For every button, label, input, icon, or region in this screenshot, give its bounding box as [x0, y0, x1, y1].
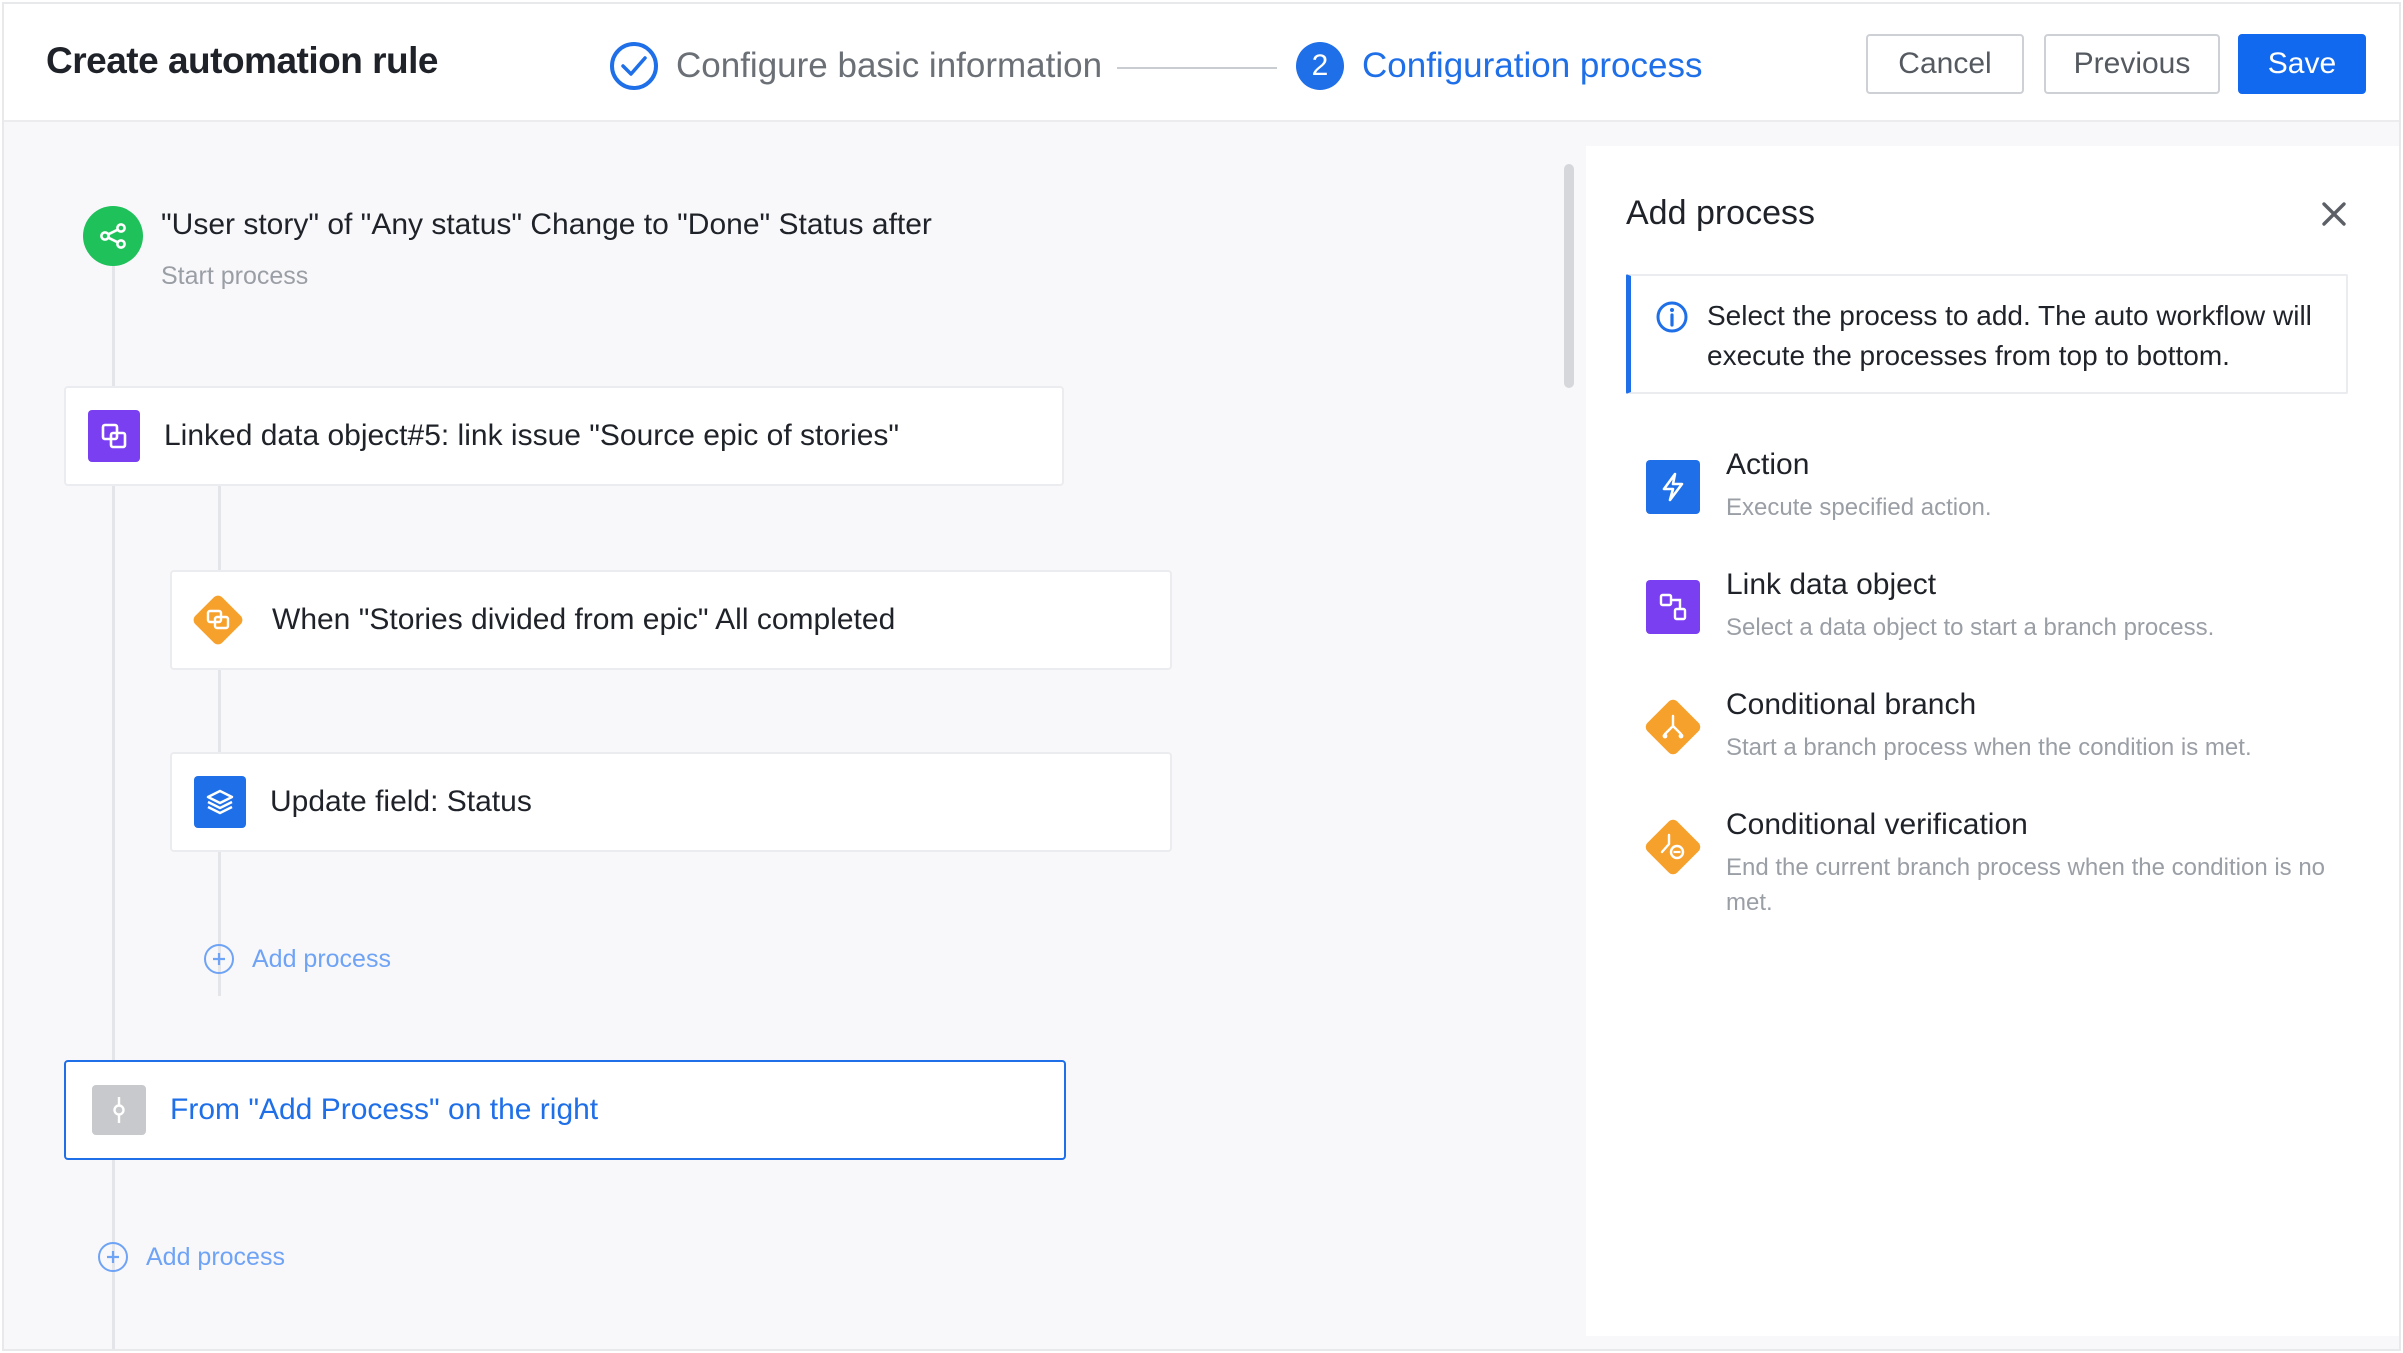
start-process-title: "User story" of "Any status" Change to "… — [161, 208, 932, 241]
branch-icon — [1640, 694, 1706, 760]
info-text: Select the process to add. The auto work… — [1707, 300, 2312, 371]
start-process-subtitle: Start process — [161, 262, 309, 290]
info-notice: Select the process to add. The auto work… — [1626, 274, 2348, 394]
option-description: End the current branch process when the … — [1726, 854, 2326, 916]
step-connector — [1117, 67, 1277, 69]
save-button[interactable]: Save — [2238, 34, 2366, 94]
step-number-badge: 2 — [1296, 42, 1344, 90]
process-option-link-data-object[interactable]: Link data object Select a data object to… — [1646, 568, 2346, 658]
lightning-icon — [1646, 460, 1700, 514]
node-label: From "Add Process" on the right — [170, 1093, 599, 1126]
process-node-placeholder[interactable]: From "Add Process" on the right — [64, 1060, 1066, 1160]
step-label: Configure basic information — [676, 46, 1103, 85]
panel-title: Add process — [1626, 194, 1815, 232]
node-label: Update field: Status — [270, 785, 532, 818]
plus-circle-icon — [98, 1242, 128, 1272]
option-title: Link data object — [1726, 568, 1937, 601]
process-node-linked-data-object[interactable]: Linked data object#5: link issue "Source… — [64, 386, 1064, 486]
header-bar: Create automation rule Configure basic i… — [4, 4, 2399, 122]
add-process-main-button[interactable]: Add process — [98, 1242, 285, 1272]
info-icon — [1655, 300, 1689, 339]
placeholder-node-icon — [92, 1085, 146, 1135]
branch-connector-line — [218, 486, 221, 996]
verification-icon — [1640, 814, 1706, 880]
node-label: When "Stories divided from epic" All com… — [272, 603, 896, 636]
add-process-label: Add process — [252, 944, 391, 973]
step-configuration-process[interactable]: 2 Configuration process — [1296, 42, 1702, 90]
plus-circle-icon — [204, 944, 234, 974]
layers-icon — [194, 776, 246, 828]
process-option-conditional-verification[interactable]: Conditional verification End the current… — [1643, 808, 2346, 938]
add-process-branch-button[interactable]: Add process — [204, 944, 391, 974]
process-node-update-field[interactable]: Update field: Status — [170, 752, 1172, 852]
link-object-icon — [88, 410, 140, 462]
condition-diamond-icon — [188, 590, 248, 650]
process-node-condition[interactable]: When "Stories divided from epic" All com… — [170, 570, 1172, 670]
link-data-icon — [1646, 580, 1700, 634]
add-process-label: Add process — [146, 1242, 285, 1271]
process-option-conditional-branch[interactable]: Conditional branch Start a branch proces… — [1643, 688, 2346, 778]
check-icon — [610, 42, 658, 90]
option-description: Select a data object to start a branch p… — [1726, 614, 2215, 641]
previous-button[interactable]: Previous — [2044, 34, 2220, 94]
step-configure-basic-information[interactable]: Configure basic information — [610, 42, 1102, 90]
node-label: Linked data object#5: link issue "Source… — [164, 419, 900, 452]
process-option-action[interactable]: Action Execute specified action. — [1646, 448, 2346, 538]
close-icon[interactable] — [2314, 194, 2354, 234]
add-process-panel: Add process Select the process to add. T… — [1586, 146, 2399, 1336]
step-label: Configuration process — [1362, 46, 1703, 85]
page-title: Create automation rule — [46, 40, 438, 81]
option-title: Conditional verification — [1726, 808, 2028, 841]
option-description: Start a branch process when the conditio… — [1726, 734, 2252, 761]
option-title: Conditional branch — [1726, 688, 1977, 721]
share-nodes-icon — [83, 206, 143, 266]
workflow-canvas: "User story" of "Any status" Change to "… — [4, 124, 1574, 1349]
option-title: Action — [1726, 448, 1810, 481]
option-description: Execute specified action. — [1726, 494, 1992, 521]
canvas-scrollbar[interactable] — [1564, 164, 1574, 388]
app-window: Create automation rule Configure basic i… — [2, 2, 2401, 1351]
cancel-button[interactable]: Cancel — [1866, 34, 2024, 94]
